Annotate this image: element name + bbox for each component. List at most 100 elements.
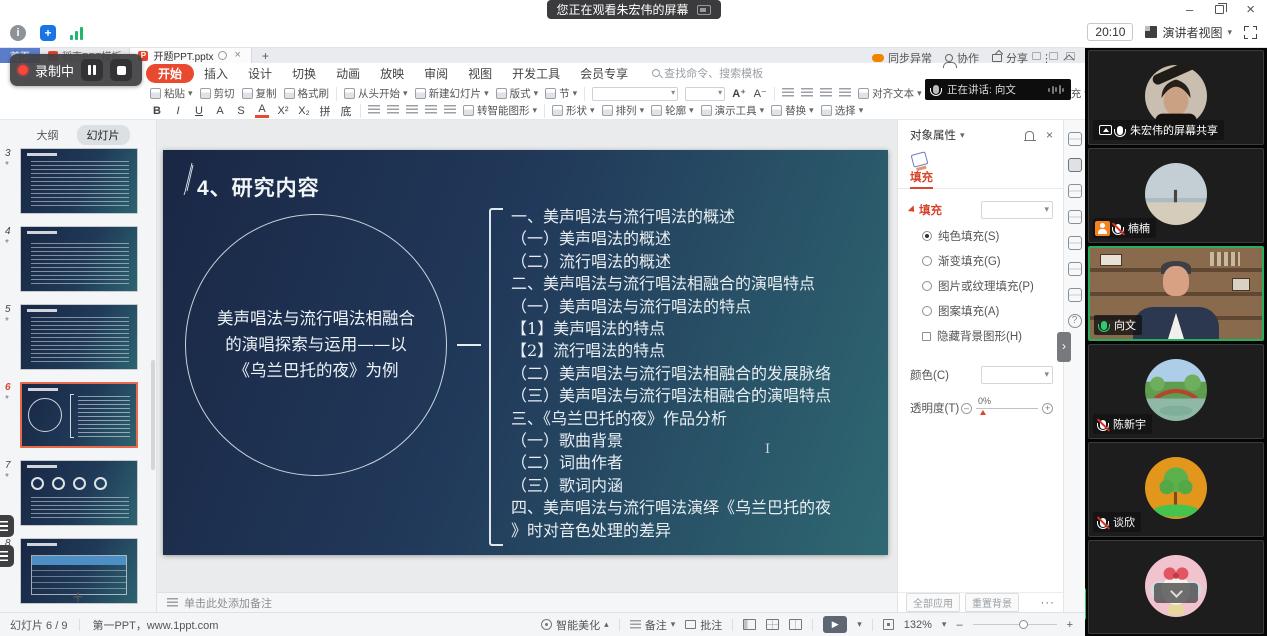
thumbnail-canvas[interactable] (20, 460, 138, 526)
fill-preset-combobox[interactable] (981, 201, 1053, 219)
thumbnail-scrollbar[interactable] (151, 360, 155, 470)
align-left-icon[interactable] (368, 105, 380, 116)
zoom-out-button[interactable]: – (956, 619, 962, 631)
notes-toggle-button[interactable]: 备注▾ (630, 617, 676, 633)
current-slide[interactable]: 4、研究内容 美声唱法与流行唱法相融合 的演唱探索与运用——以 《乌兰巴托的夜》… (163, 150, 888, 555)
shrink-font-button[interactable]: A⁻ (753, 87, 767, 100)
outline-button[interactable]: 轮廓▾ (651, 103, 694, 118)
thumbnail-canvas[interactable] (20, 148, 138, 214)
pin-icon[interactable] (1025, 131, 1034, 140)
select-button[interactable]: 选择▾ (821, 103, 864, 118)
bold-button[interactable]: B (150, 105, 164, 117)
mention-tool-icon[interactable] (1068, 262, 1082, 276)
ribbon-tab-insert[interactable]: 插入 (194, 64, 238, 83)
outline-list[interactable]: 一、美声唱法与流行唱法的概述 （一）美声唱法的概述 （二）流行唱法的概述 二、美… (511, 206, 873, 542)
apply-all-button[interactable]: 全部应用 (906, 593, 960, 612)
font-name-combobox[interactable] (592, 87, 678, 101)
option-solid-fill[interactable]: 纯色填充(S) (922, 228, 1063, 244)
smartart-button[interactable]: 转智能图形▾ (463, 103, 537, 118)
thumbnail-canvas[interactable] (20, 382, 138, 448)
slide-thumbnail-4[interactable]: 4 * (0, 224, 157, 302)
notes-bar[interactable]: 单击此处添加备注 (157, 592, 897, 612)
format-painter-button[interactable]: 格式刷 (284, 86, 330, 101)
comments-button[interactable]: 批注 (685, 617, 722, 633)
ribbon-tab-transition[interactable]: 切换 (282, 64, 326, 83)
slide-sorter-view-button[interactable] (766, 619, 779, 630)
collaborate-button[interactable]: 协作 (945, 50, 979, 66)
new-tab-button[interactable]: + (252, 48, 279, 63)
ribbon-tab-dev[interactable]: 开发工具 (502, 64, 570, 83)
align-text-button[interactable]: 对齐文本▾ (858, 86, 922, 101)
layout-switch-icon[interactable] (697, 5, 711, 15)
new-slide-button[interactable]: 新建幻灯片▾ (415, 86, 489, 101)
ribbon-tab-member[interactable]: 会员专享 (570, 64, 638, 83)
close-button[interactable]: × (1246, 1, 1255, 18)
color-combobox[interactable] (981, 366, 1053, 384)
plus-icon[interactable]: + (1042, 403, 1053, 414)
slide-title[interactable]: 4、研究内容 (197, 172, 320, 202)
zoom-in-button[interactable]: + (1067, 619, 1073, 631)
shield-icon[interactable]: + (40, 25, 56, 41)
tab-document-active[interactable]: P 开题PPT.pptx × (129, 48, 251, 63)
zoom-slider[interactable] (973, 624, 1057, 626)
slide-thumbnail-5[interactable]: 5 * (0, 302, 157, 380)
pages-tool-icon[interactable] (1068, 210, 1082, 224)
help-icon[interactable]: ? (1068, 314, 1082, 328)
style-tool-icon[interactable] (1068, 132, 1082, 146)
arrange-button[interactable]: 排列▾ (602, 103, 645, 118)
reference-tool-icon[interactable] (1068, 288, 1082, 302)
tab-slides[interactable]: 幻灯片 (77, 125, 130, 145)
share-button[interactable]: 分享 (992, 50, 1028, 66)
participant-tile-partial[interactable] (1088, 540, 1264, 634)
zoom-slider-knob[interactable] (1019, 620, 1028, 629)
chevron-down-icon[interactable]: ▾ (960, 130, 965, 141)
floating-menu-button[interactable] (0, 515, 14, 537)
strike-button[interactable]: A (213, 105, 227, 117)
fit-slide-icon[interactable] (883, 619, 894, 630)
topic-circle[interactable]: 美声唱法与流行唱法相融合 的演唱探索与运用——以 《乌兰巴托的夜》为例 (185, 214, 447, 476)
participant-tile-chenxinyu[interactable]: 陈新宇 (1088, 344, 1264, 439)
sync-error-button[interactable]: 同步异常 (872, 50, 932, 66)
indent-increase-icon[interactable] (839, 88, 851, 99)
indent-decrease-icon[interactable] (820, 88, 832, 99)
option-gradient-fill[interactable]: 渐变填充(G) (922, 253, 1063, 269)
align-center-icon[interactable] (387, 105, 399, 116)
info-icon[interactable]: i (10, 25, 26, 41)
paste-button[interactable]: 粘贴▾ (150, 86, 193, 101)
option-pattern-fill[interactable]: 图案填充(A) (922, 303, 1063, 319)
close-panel-icon[interactable]: × (1046, 128, 1053, 142)
font-size-combobox[interactable] (685, 87, 725, 101)
network-signal-icon[interactable] (70, 26, 83, 40)
ribbon-tab-home[interactable]: 开始 (146, 64, 194, 83)
align-right-icon[interactable] (406, 105, 418, 116)
pause-recording-button[interactable] (81, 59, 103, 81)
scroll-participants-button[interactable] (1154, 583, 1198, 603)
fill-tab[interactable]: 填充 (910, 169, 933, 189)
properties-tool-icon[interactable] (1068, 158, 1082, 172)
subscript-button[interactable]: X₂ (297, 105, 311, 117)
slide-thumbnail-3[interactable]: 3 * (0, 146, 157, 224)
thumbnail-canvas[interactable] (20, 304, 138, 370)
reset-background-button[interactable]: 重置背景 (965, 593, 1019, 612)
ribbon-tab-view[interactable]: 视图 (458, 64, 502, 83)
more-options-icon[interactable]: ··· (1041, 597, 1056, 609)
italic-button[interactable]: I (171, 105, 185, 117)
ribbon-tab-animation[interactable]: 动画 (326, 64, 370, 83)
play-from-start-button[interactable]: 从头开始▾ (344, 86, 408, 101)
restore-button[interactable] (1215, 5, 1224, 14)
font-color-button[interactable]: A (255, 103, 269, 118)
tab-close-icon[interactable]: × (232, 50, 242, 61)
tab-outline[interactable]: 大纲 (27, 125, 69, 145)
present-tools-button[interactable]: 演示工具▾ (701, 103, 765, 118)
zoom-options-icon[interactable]: ▾ (942, 619, 947, 630)
participant-tile-nannan[interactable]: 楠楠 (1088, 148, 1264, 243)
minimize-button[interactable]: – (1186, 2, 1193, 17)
opacity-slider[interactable]: – 0% + (961, 403, 1053, 414)
cut-button[interactable]: 剪切 (200, 86, 235, 101)
participant-tile-tanxin[interactable]: 谈欣 (1088, 442, 1264, 537)
shadow-button[interactable]: S (234, 105, 248, 117)
add-slide-button[interactable]: + (0, 587, 156, 608)
zoom-level[interactable]: 132% (904, 619, 932, 631)
option-hide-background[interactable]: 隐藏背景图形(H) (922, 328, 1063, 344)
smart-beautify-button[interactable]: 智能美化▴ (541, 617, 609, 633)
